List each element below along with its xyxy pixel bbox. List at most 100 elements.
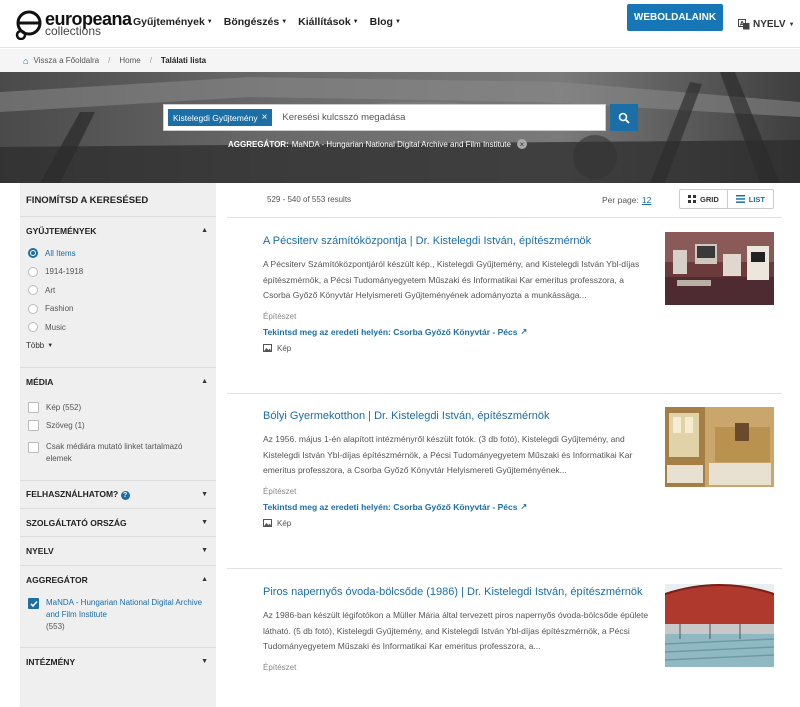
grid-view-button[interactable]: GRID [680,190,727,208]
results-count: 529 - 540 of 553 results [267,195,352,204]
remove-filter-icon[interactable]: × [262,112,268,123]
chevron-up-icon: ▲ [201,576,208,583]
checkbox[interactable] [28,401,39,413]
aggregator-option[interactable]: MaNDA - Hungarian National Digital Archi… [20,593,216,633]
result-thumbnail[interactable] [665,584,774,667]
collection-option[interactable]: All Items [20,244,216,263]
facet-header-language[interactable]: NYELV ▼ [20,536,216,564]
search-icon [618,112,630,124]
caret-down-icon: ▼ [788,21,795,28]
result-description: Az 1986-ban készült légifotókon a Müller… [263,610,649,651]
facet-media: MÉDIA ▲ Kép (552) Szöveg (1) Csak médiára… [20,367,216,465]
caret-down-icon: ▼ [352,19,359,25]
home-icon: ⌂ [23,55,29,66]
chevron-up-icon: ▲ [201,227,208,234]
facet-header-usability[interactable]: FELHASZNÁLHATOM? ? ▼ [20,480,216,508]
nav-exhibitions[interactable]: Kiállítások ▼ [298,16,358,28]
radio-button[interactable] [28,248,38,259]
checkbox-checked[interactable] [28,598,39,609]
result-thumbnail[interactable] [665,407,774,487]
main-nav: Gyűjtemények ▼ Böngészés ▼ Kiállítások ▼ Bl… [133,16,412,28]
collection-option[interactable]: Music [20,318,216,337]
europeana-logo-icon [15,10,42,40]
facet-header-institution[interactable]: INTÉZMÉNY ▼ [20,647,216,675]
media-option[interactable]: Szöveg (1) [20,417,216,436]
radio-button[interactable] [28,322,38,333]
facet-aggregator: AGGREGÁTOR ▲ MaNDA - Hungarian National D… [20,565,216,633]
result-title-link[interactable]: Bólyi Gyermekotthon | Dr. Kistelegdi Ist… [263,408,653,424]
result-title-link[interactable]: Piros napernyős óvoda-bölcsőde (1986) | … [263,584,653,600]
checkbox[interactable] [28,420,39,432]
facet-header-aggregator[interactable]: AGGREGÁTOR ▲ [20,565,216,593]
chevron-down-icon: ▼ [201,519,208,526]
nav-collections[interactable]: Gyűjtemények ▼ [133,16,213,28]
search-input[interactable]: Keresési kulcsszó megadása [282,112,405,123]
media-type: Kép [263,519,777,528]
facet-header-media[interactable]: MÉDIA ▲ [20,367,216,395]
image-icon [263,519,272,527]
external-link-icon: ↗ [520,327,528,336]
view-at-provider-link[interactable]: Tekintsd meg az eredeti helyén: Csorba G… [263,327,777,337]
result-type: Építészet [263,311,297,321]
breadcrumb-current: Találati lista [160,56,207,65]
facet-header-collections[interactable]: GYŰJTEMÉNYEK ▲ [20,216,216,244]
list-view-button[interactable]: LIST [726,190,773,208]
facet-header-provider-country[interactable]: SZOLGÁLTATÓ ORSZÁG ▼ [20,508,216,536]
nav-browse[interactable]: Böngészés ▼ [224,16,287,28]
divider [227,568,782,569]
caret-down-icon: ▼ [281,19,288,25]
breadcrumb-back-link[interactable]: Vissza a Főoldalra [33,56,99,65]
media-type: Kép [263,344,777,353]
site-header: europeana collections Gyűjtemények ▼ Böng… [0,0,800,48]
caret-down-icon: ▼ [206,19,213,25]
language-selector[interactable]: A NYELV ▼ [738,19,795,30]
divider [227,393,782,394]
search-field[interactable]: Kistelegdi Gyűjtemény × Keresési kulcssz… [163,104,606,131]
grid-icon [688,195,696,203]
sidebar-title: FINOMÍTSD A KERESÉSED [26,195,149,206]
per-page-selector[interactable]: Per page: 12 [602,195,651,205]
list-icon [735,195,745,203]
radio-button[interactable] [28,285,38,296]
divider [227,217,782,218]
media-option[interactable]: Csak médiára mutató linket tartalmazó el… [20,435,216,465]
breadcrumb-home-link[interactable]: Home [119,56,140,65]
checkmark-icon [29,600,38,607]
media-option[interactable]: Kép (552) [20,398,216,417]
chevron-up-icon: ▲ [201,378,208,385]
collection-filter-pill[interactable]: Kistelegdi Gyűjtemény × [168,109,273,126]
results-toolbar: 529 - 540 of 553 results Per page: 12 GRI… [227,187,782,215]
chevron-down-icon: ▼ [201,547,208,554]
result-description: Az 1956. május 1-én alapított intézményr… [263,434,633,475]
result-type: Építészet [263,486,297,496]
europeana-logo[interactable]: europeana collections [15,8,132,42]
collection-option[interactable]: 1914-1918 [20,263,216,282]
caret-down-icon: ▼ [47,342,54,349]
chevron-down-icon: ▼ [201,658,208,665]
show-more-link[interactable]: Több ▼ [20,337,216,355]
remove-filter-icon[interactable]: × [516,139,527,149]
refine-sidebar: FINOMÍTSD A KERESÉSED GYŰJTEMÉNYEK ▲ All … [20,183,216,707]
search-button[interactable] [610,104,638,131]
external-link-icon: ↗ [520,502,528,511]
our-websites-button[interactable]: WEBOLDALAINK [627,4,723,31]
translate-icon: A [738,19,750,30]
facet-usability: FELHASZNÁLHATOM? ? ▼ [20,480,216,508]
radio-button[interactable] [28,303,38,314]
view-at-provider-link[interactable]: Tekintsd meg az eredeti helyén: Csorba G… [263,502,777,512]
checkbox[interactable] [28,442,39,453]
facet-collections: GYŰJTEMÉNYEK ▲ All Items 1914-1918 Art Fa… [20,216,216,355]
radio-button[interactable] [28,266,38,277]
nav-blog[interactable]: Blog ▼ [370,16,401,28]
collection-option[interactable]: Fashion [20,300,216,319]
facet-language: NYELV ▼ [20,536,216,564]
search-hero: Kistelegdi Gyűjtemény × Keresési kulcssz… [0,72,800,183]
breadcrumb: ⌂ Vissza a Főoldalra / Home / Találati l… [0,49,800,72]
result-description: A Pécsiterv Számítóközpontjáról készült … [263,259,640,300]
help-icon[interactable]: ? [120,491,130,500]
facet-institution: INTÉZMÉNY ▼ [20,647,216,675]
result-title-link[interactable]: A Pécsiterv számítóközpontja | Dr. Kiste… [263,233,653,249]
collection-option[interactable]: Art [20,281,216,300]
result-thumbnail[interactable] [665,232,774,305]
facet-provider-country: SZOLGÁLTATÓ ORSZÁG ▼ [20,508,216,536]
